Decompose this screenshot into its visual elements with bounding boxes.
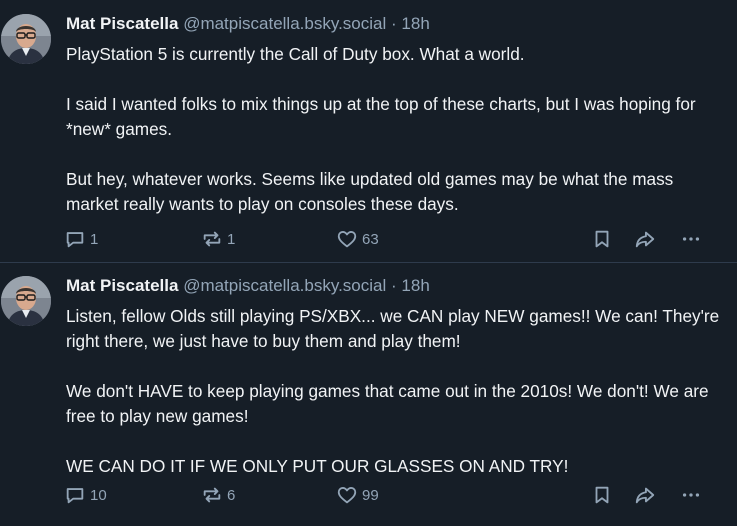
post-text: PlayStation 5 is currently the Call of D… (66, 42, 726, 217)
heart-icon (337, 487, 357, 504)
like-count: 99 (362, 486, 379, 504)
more-options-button[interactable] (680, 483, 702, 507)
ellipsis-icon (682, 237, 700, 241)
separator: · (391, 14, 397, 33)
post-paragraph: Listen, fellow Olds still playing PS/XBX… (66, 306, 720, 351)
post-text: Listen, fellow Olds still playing PS/XBX… (66, 304, 726, 479)
post-paragraph: PlayStation 5 is currently the Call of D… (66, 44, 525, 64)
post-paragraph: We don't HAVE to keep playing games that… (66, 381, 709, 426)
reply-button[interactable]: 10 (64, 483, 107, 507)
post-actions: 10 6 99 (64, 483, 714, 507)
like-button[interactable]: 63 (336, 227, 379, 251)
share-button[interactable] (634, 483, 656, 507)
more-options-button[interactable] (680, 227, 702, 251)
post-actions: 1 1 63 (64, 227, 714, 251)
post-paragraph: But hey, whatever works. Seems like upda… (66, 169, 674, 214)
like-count: 63 (362, 230, 379, 248)
reply-count: 1 (90, 230, 99, 248)
reply-button[interactable]: 1 (64, 227, 98, 251)
bookmark-button[interactable] (591, 227, 613, 251)
repost-count: 6 (227, 486, 236, 504)
bookmark-button[interactable] (591, 483, 613, 507)
post-timestamp[interactable]: 18h (401, 276, 429, 295)
post-header: Mat Piscatella @matpiscatella.bsky.socia… (66, 274, 430, 298)
author-avatar[interactable] (1, 14, 51, 64)
author-name[interactable]: Mat Piscatella (66, 14, 178, 33)
reply-bubble-icon (66, 232, 84, 248)
repost-arrows-icon (203, 231, 221, 247)
ellipsis-icon (682, 493, 700, 497)
repost-arrows-icon (203, 487, 221, 503)
post-paragraph: I said I wanted folks to mix things up a… (66, 94, 696, 139)
repost-count: 1 (227, 230, 236, 248)
share-arrow-icon (635, 487, 655, 504)
post-header: Mat Piscatella @matpiscatella.bsky.socia… (66, 12, 430, 36)
share-arrow-icon (635, 231, 655, 248)
bookmark-icon (595, 230, 609, 248)
avatar-photo-icon (1, 14, 51, 64)
post-timestamp[interactable]: 18h (401, 14, 429, 33)
post-2[interactable]: Mat Piscatella @matpiscatella.bsky.socia… (0, 262, 737, 526)
reply-bubble-icon (66, 488, 84, 504)
separator: · (391, 276, 397, 295)
author-handle[interactable]: @matpiscatella.bsky.social (183, 14, 386, 33)
reply-count: 10 (90, 486, 107, 504)
heart-icon (337, 231, 357, 248)
repost-button[interactable]: 6 (201, 483, 235, 507)
author-handle[interactable]: @matpiscatella.bsky.social (183, 276, 386, 295)
avatar-photo-icon (1, 276, 51, 326)
bookmark-icon (595, 486, 609, 504)
share-button[interactable] (634, 227, 656, 251)
repost-button[interactable]: 1 (201, 227, 235, 251)
author-avatar[interactable] (1, 276, 51, 326)
author-name[interactable]: Mat Piscatella (66, 276, 178, 295)
like-button[interactable]: 99 (336, 483, 379, 507)
post-1[interactable]: Mat Piscatella @matpiscatella.bsky.socia… (0, 0, 737, 263)
post-paragraph: WE CAN DO IT IF WE ONLY PUT OUR GLASSES … (66, 456, 569, 476)
